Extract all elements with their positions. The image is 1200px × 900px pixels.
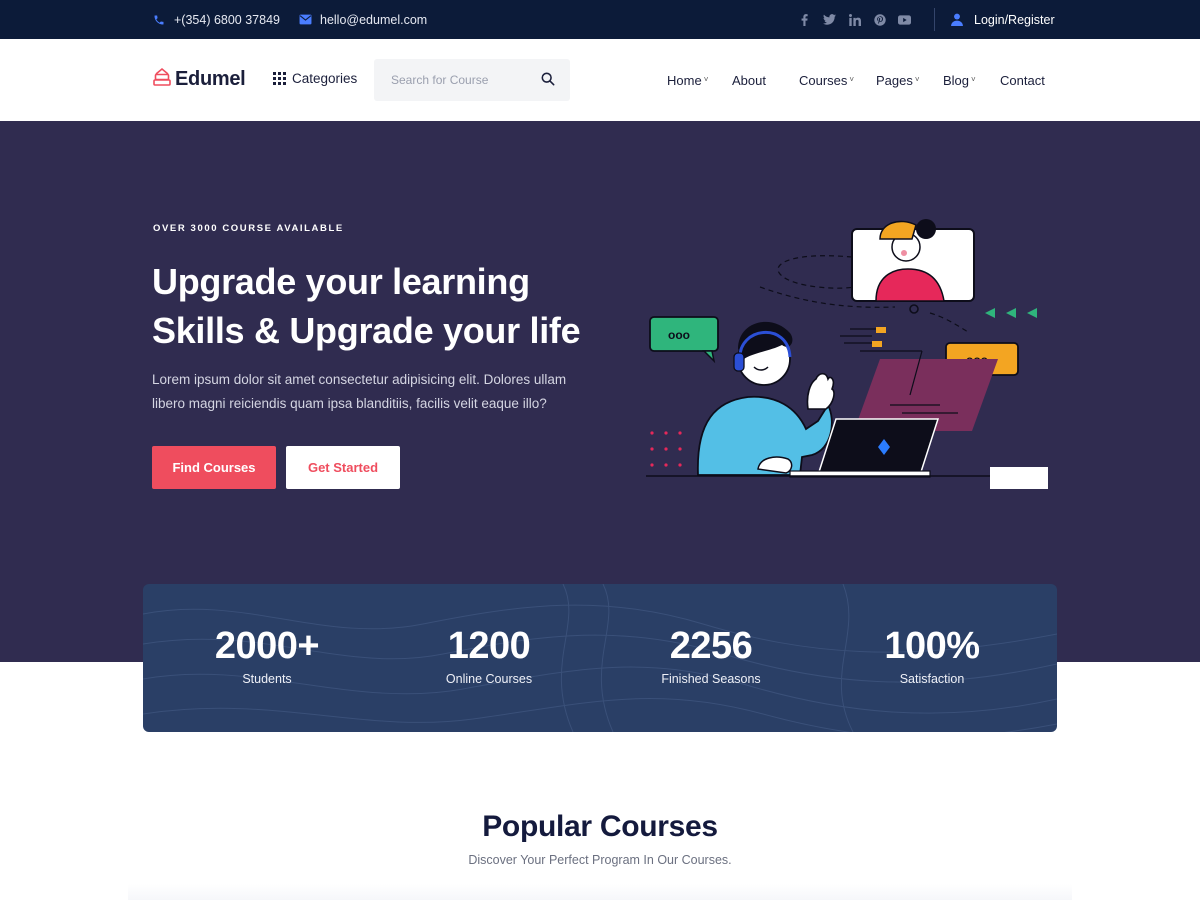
stat-number: 1200: [447, 625, 531, 667]
nav-contact[interactable]: Contact: [1000, 39, 1045, 121]
stat-label: Satisfaction: [899, 672, 965, 686]
hero-illustration: ooo ooo: [646, 219, 1048, 489]
login-register-label: Login/Register: [974, 12, 1055, 27]
hero-title-line-2: Skills & Upgrade your life: [152, 310, 581, 351]
hero-title-line-1: Upgrade your learning: [152, 261, 530, 302]
nav-blog[interactable]: Blog ˅: [943, 39, 976, 121]
stat-label: Students: [242, 672, 292, 686]
search-input[interactable]: [374, 73, 534, 87]
nav-contact-label: Contact: [1000, 72, 1045, 88]
envelope-icon: [298, 13, 312, 27]
book-stack-icon: [152, 67, 172, 92]
login-register-link[interactable]: Login/Register: [950, 0, 1055, 39]
stat-number: 100%: [884, 625, 980, 667]
stat-label: Online Courses: [445, 672, 533, 686]
nav-courses[interactable]: Courses ˅: [799, 39, 854, 121]
stats-panel: 2000+ Students 1200 Online Courses 2256 …: [143, 584, 1057, 732]
logo[interactable]: Edumel: [152, 67, 246, 92]
hero-description: Lorem ipsum dolor sit amet consectetur a…: [152, 372, 567, 411]
categories-label: Categories: [292, 71, 358, 86]
linkedin-icon[interactable]: [848, 13, 861, 26]
grid-icon: [273, 72, 286, 85]
nav-home-label: Home: [667, 72, 702, 88]
youtube-icon[interactable]: [898, 13, 911, 26]
email-contact[interactable]: hello@edumel.com: [298, 0, 427, 39]
email-address: hello@edumel.com: [320, 12, 428, 27]
phone-contact[interactable]: +(354) 6800 37849: [152, 0, 280, 39]
nav-pages[interactable]: Pages ˅: [876, 39, 920, 121]
chevron-down-icon: ˅: [849, 74, 855, 84]
nav-pages-label: Pages: [876, 72, 913, 88]
top-bar: +(354) 6800 37849 hello@edumel.com Login…: [0, 0, 1200, 39]
hero-title: Upgrade your learning Skills & Upgrade y…: [152, 257, 622, 355]
twitter-icon[interactable]: [823, 13, 836, 26]
nav-blog-label: Blog: [943, 72, 970, 88]
social-links: [798, 0, 911, 39]
stat-number: 2256: [669, 625, 753, 667]
chevron-down-icon: ˅: [703, 74, 709, 84]
stat-finished-seasons: 2256 Finished Seasons: [611, 624, 811, 686]
hero-eyebrow: OVER 3000 COURSE AVAILABLE: [153, 223, 344, 234]
nav-about[interactable]: About: [732, 39, 766, 121]
chevron-down-icon: ˅: [914, 74, 920, 84]
topbar-divider: [934, 8, 935, 31]
nav-home[interactable]: Home ˅: [667, 39, 708, 121]
get-started-button[interactable]: Get Started: [286, 446, 400, 489]
search-icon[interactable]: [541, 72, 555, 86]
categories-menu[interactable]: Categories: [273, 71, 357, 86]
nav-about-label: About: [732, 72, 766, 88]
popular-courses-subtitle: Discover Your Perfect Program In Our Cou…: [468, 853, 732, 867]
course-cards-top-edge: [128, 884, 1072, 900]
stat-number: 2000+: [214, 625, 320, 667]
phone-number: +(354) 6800 37849: [174, 12, 280, 27]
stat-students: 2000+ Students: [167, 624, 367, 686]
pinterest-icon[interactable]: [873, 13, 886, 26]
chevron-down-icon: ˅: [971, 74, 976, 84]
nav-courses-label: Courses: [799, 72, 848, 88]
svg-text:ooo: ooo: [668, 328, 690, 342]
facebook-icon[interactable]: [798, 13, 811, 26]
user-icon: [950, 13, 964, 27]
logo-text: Edumel: [175, 68, 246, 90]
stat-online-courses: 1200 Online Courses: [389, 624, 589, 686]
hero-section: OVER 3000 COURSE AVAILABLE Upgrade your …: [0, 121, 1200, 662]
search-box: [374, 59, 570, 101]
find-courses-button[interactable]: Find Courses: [152, 446, 276, 489]
main-header: Edumel Categories Home ˅ About Courses ˅…: [0, 39, 1200, 121]
stat-label: Finished Seasons: [661, 672, 761, 686]
phone-icon: [152, 13, 166, 27]
popular-courses-title: Popular Courses: [482, 810, 718, 843]
stat-satisfaction: 100% Satisfaction: [832, 624, 1032, 686]
